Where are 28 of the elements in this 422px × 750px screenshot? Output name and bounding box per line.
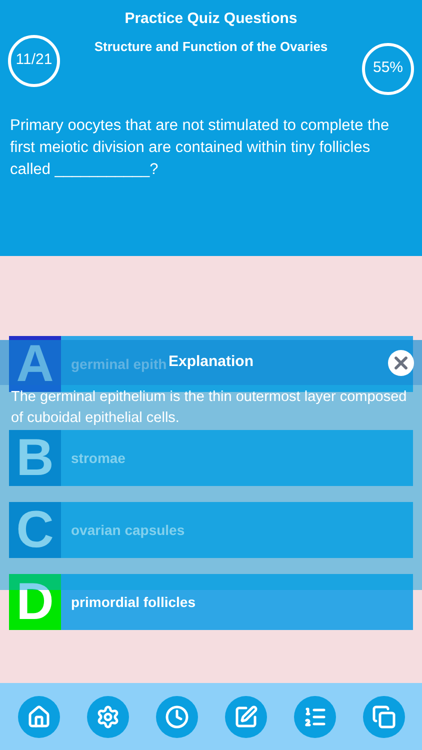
answer-letter: B: [9, 430, 61, 486]
quiz-subtitle: Structure and Function of the Ovaries: [94, 38, 328, 56]
timer-button[interactable]: [156, 696, 198, 738]
score-counter: 55%: [362, 42, 414, 94]
settings-icon: [96, 704, 120, 728]
settings-button[interactable]: [86, 696, 128, 738]
progress-counter: 11/21: [8, 34, 60, 86]
home-icon: [26, 704, 50, 728]
notes-button[interactable]: [224, 696, 266, 738]
question-text: Primary oocytes that are not stimulated to complete the first meiotic division are contained within tiny follicles called ___________?: [9, 116, 390, 180]
clock-icon: [164, 704, 188, 728]
edit-icon: [234, 704, 258, 728]
home-button[interactable]: [18, 696, 60, 738]
answer-option[interactable]: C ovarian capsules: [9, 502, 413, 558]
answer-letter: C: [9, 502, 61, 558]
questions-button[interactable]: [294, 696, 336, 738]
answer-text: stromae: [70, 448, 126, 468]
answer-letter: D: [9, 574, 61, 630]
answer-option[interactable]: B stromae: [9, 430, 413, 486]
copy-icon: [372, 704, 396, 728]
explanation-title: Explanation: [168, 352, 254, 372]
answer-text: germinal epith: [70, 354, 167, 374]
answer-option[interactable]: D primordial follicles: [9, 574, 413, 630]
copy-button[interactable]: [362, 696, 404, 738]
answer-letter: A: [9, 336, 61, 392]
answer-text: ovarian capsules: [70, 520, 185, 540]
answer-text: primordial follicles: [70, 592, 196, 612]
quiz-title: Practice Quiz Questions: [124, 9, 298, 29]
